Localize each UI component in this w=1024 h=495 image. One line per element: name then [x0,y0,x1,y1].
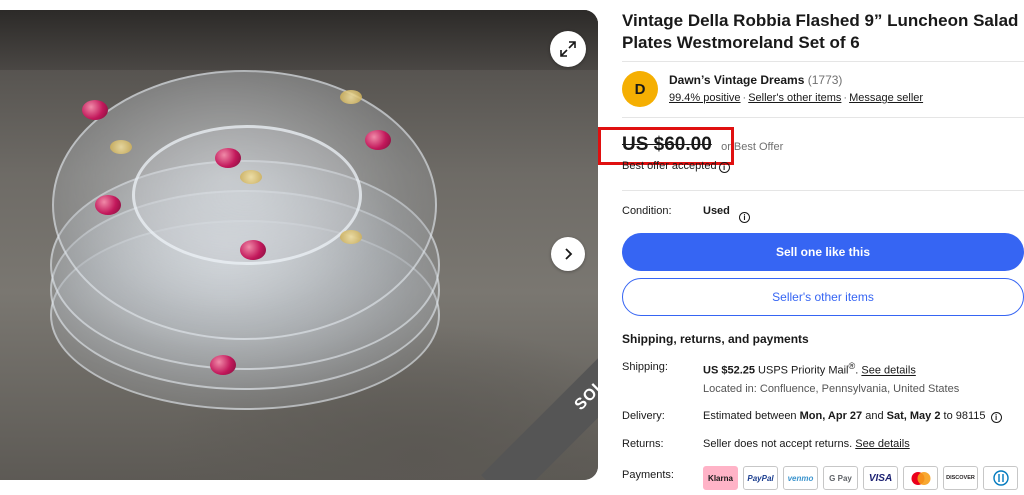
payment-methods: Klarna PayPal venmo G Pay VISA DISCOVER [703,466,1018,490]
message-seller-link[interactable]: Message seller [849,92,923,104]
shipping-service: USPS Priority Mail [754,364,849,377]
diners-club-icon [983,466,1018,490]
mastercard-icon [903,466,938,490]
shipping-value: US $52.25 USPS Priority Mail®. See detai… [703,361,916,377]
chevron-right-icon [565,248,573,260]
returns-label: Returns: [622,438,664,450]
venmo-icon: venmo [783,466,818,490]
expand-icon [560,41,576,57]
delivery-and: and [862,410,887,422]
returns-text: Seller does not accept returns. [703,438,853,450]
returns-see-details-link[interactable]: See details [855,438,909,450]
sold-banner: SOLD [481,277,598,480]
offer-accepted: Best offer accepted i [622,160,730,173]
shipping-see-details-link[interactable]: See details [861,365,915,377]
delivery-info-icon[interactable]: i [990,412,1002,423]
seller-other-items-link[interactable]: Seller's other items [748,92,841,104]
discover-icon: DISCOVER [943,466,978,490]
sell-one-like-this-button[interactable]: Sell one like this [622,233,1024,271]
sellers-other-items-button[interactable]: Seller's other items [622,278,1024,316]
info-icon[interactable]: i [718,162,730,173]
expand-image-button[interactable] [550,31,586,67]
shipping-section-heading: Shipping, returns, and payments [622,332,809,346]
registered-mark: ® [848,361,856,371]
delivery-end: Sat, May 2 [886,410,941,422]
shipping-label: Shipping: [622,361,668,373]
condition-value: Used [703,205,730,217]
klarna-icon: Klarna [703,466,738,490]
seller-links: 99.4% positive · Seller's other items · Mess… [669,92,924,104]
visa-icon: VISA [863,466,898,490]
returns-value: Seller does not accept returns. See deta… [703,438,910,450]
delivery-value: Estimated between Mon, Apr 27 and Sat, M… [703,410,1002,423]
divider [622,190,1024,191]
seller-card: D Dawn’s Vintage Dreams (1773) 99.4% pos… [622,61,1024,118]
delivery-suffix: to 98115 [940,410,986,422]
condition-info-icon[interactable]: i [739,212,750,223]
seller-name[interactable]: Dawn’s Vintage Dreams (1773) [669,73,842,87]
next-image-button[interactable] [551,237,585,271]
product-image-gallery[interactable]: SOLD [0,10,598,480]
seller-name-text[interactable]: Dawn’s Vintage Dreams [669,73,804,87]
delivery-label: Delivery: [622,410,665,422]
price-row: US $60.00 or Best Offer [598,127,783,165]
google-pay-icon: G Pay [823,466,858,490]
delivery-prefix: Estimated between [703,410,800,422]
item-location: Located in: Confluence, Pennsylvania, Un… [703,383,960,395]
condition-label: Condition: [622,205,672,217]
shipping-cost: US $52.25 [703,364,755,377]
seller-avatar[interactable]: D [622,71,658,107]
payments-label: Payments: [622,469,674,481]
positive-feedback-link[interactable]: 99.4% positive [669,92,741,104]
seller-feedback-count: (1773) [807,73,843,87]
paypal-icon: PayPal [743,466,778,490]
offer-status: Best offer accepted [622,160,717,172]
listing-title: Vintage Della Robbia Flashed 9” Luncheon… [622,11,1019,52]
delivery-start: Mon, Apr 27 [799,410,863,422]
